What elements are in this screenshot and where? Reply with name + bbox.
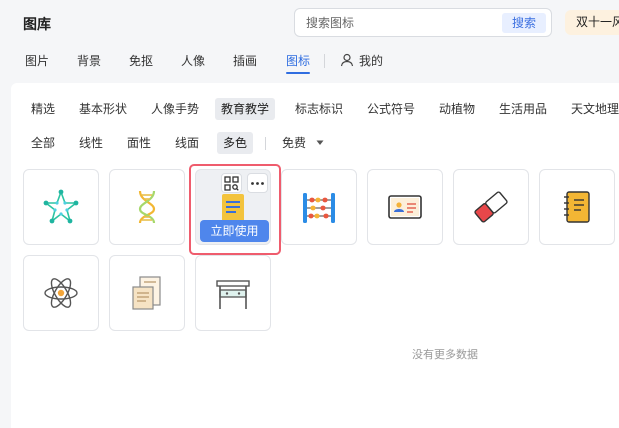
more-icon — [251, 182, 264, 185]
filter-divider — [265, 137, 266, 150]
price-filter[interactable]: 免费 — [276, 132, 330, 154]
promo-label: 双十一风 — [576, 15, 619, 29]
promo-banner[interactable]: 双十一风 — [565, 10, 619, 35]
category-daily-goods[interactable]: 生活用品 — [493, 98, 553, 120]
icon-card-abacus[interactable] — [281, 169, 357, 245]
price-filter-label: 免费 — [282, 136, 307, 150]
category-animals-plants[interactable]: 动植物 — [433, 98, 481, 120]
atom-icon — [44, 278, 78, 308]
icon-card-desk[interactable] — [195, 255, 271, 331]
tab-images[interactable]: 图片 — [25, 52, 49, 69]
category-basic-shapes[interactable]: 基本形状 — [73, 98, 133, 120]
constellation-star-icon — [43, 189, 79, 224]
category-featured[interactable]: 精选 — [25, 98, 61, 120]
desk-icon — [216, 280, 250, 309]
style-filled[interactable]: 面性 — [121, 132, 157, 154]
category-portrait-gestures[interactable]: 人像手势 — [145, 98, 205, 120]
tab-mine-label: 我的 — [359, 54, 384, 68]
tab-illustrations[interactable]: 插画 — [233, 52, 257, 69]
icon-card-dna[interactable] — [109, 169, 185, 245]
abacus-icon — [303, 193, 335, 223]
tab-icons-label: 图标 — [286, 54, 311, 68]
category-formulas[interactable]: 公式符号 — [361, 98, 421, 120]
use-now-button[interactable]: 立即使用 — [200, 220, 269, 242]
caret-down-icon — [316, 140, 324, 145]
eraser-icon — [474, 191, 508, 223]
grid-view-icon — [224, 176, 239, 191]
icon-card-constellation[interactable] — [23, 169, 99, 245]
grid-view-button[interactable] — [221, 173, 242, 193]
tab-divider — [324, 54, 325, 68]
category-education[interactable]: 教育教学 — [215, 98, 276, 120]
category-signs[interactable]: 标志标识 — [289, 98, 349, 120]
category-astronomy-geography[interactable]: 天文地理 — [565, 98, 619, 120]
scroll-paper-icon — [132, 276, 161, 310]
style-multicolor[interactable]: 多色 — [217, 132, 254, 154]
dna-helix-icon — [138, 190, 156, 224]
search-box: 搜索 — [294, 8, 552, 37]
page-title: 图库 — [23, 17, 51, 33]
tab-portraits[interactable]: 人像 — [181, 52, 205, 69]
style-line-fill[interactable]: 线面 — [169, 132, 205, 154]
tab-icons[interactable]: 图标 — [286, 52, 311, 74]
icon-card-notebook[interactable] — [539, 169, 615, 245]
search-input[interactable] — [306, 15, 486, 31]
tab-cutouts[interactable]: 免抠 — [129, 52, 153, 69]
style-all[interactable]: 全部 — [25, 132, 61, 154]
style-linear[interactable]: 线性 — [73, 132, 109, 154]
icon-card-eraser[interactable] — [453, 169, 529, 245]
empty-message: 没有更多数据 — [412, 348, 478, 361]
id-card-icon — [388, 195, 422, 219]
more-options-button[interactable] — [247, 173, 268, 193]
notebook-icon — [564, 191, 590, 223]
tab-mine[interactable]: 我的 — [340, 52, 383, 69]
icon-card-atom[interactable] — [23, 255, 99, 331]
search-button[interactable]: 搜索 — [501, 13, 546, 33]
active-tab-indicator — [286, 72, 311, 74]
icon-card-scroll[interactable] — [109, 255, 185, 331]
user-icon — [340, 53, 354, 67]
icon-card-id-card[interactable] — [367, 169, 443, 245]
tab-backgrounds[interactable]: 背景 — [77, 52, 101, 69]
